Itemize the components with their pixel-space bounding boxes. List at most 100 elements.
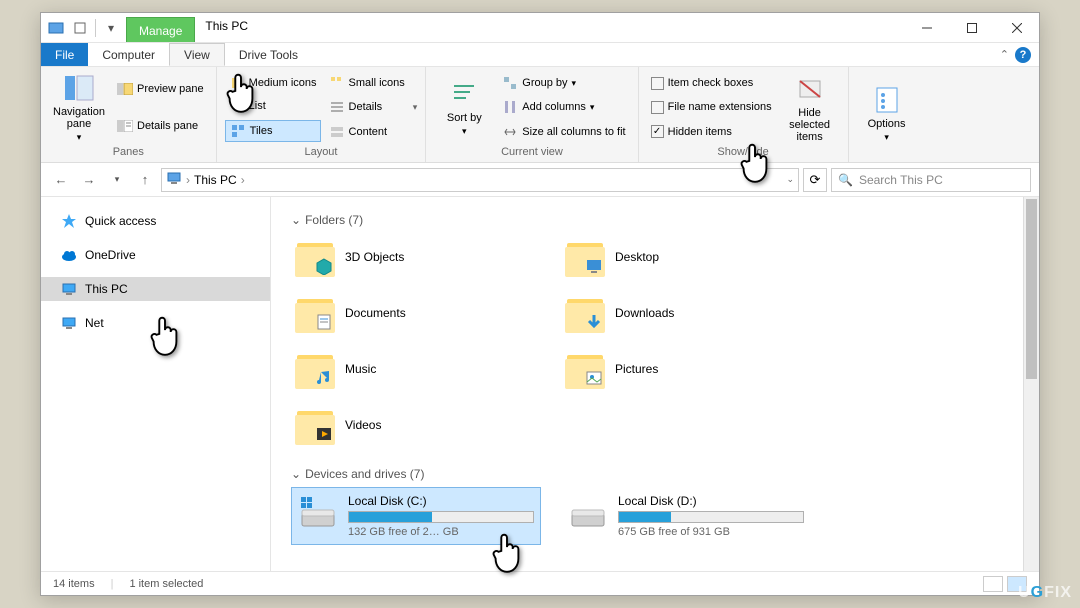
drives-header[interactable]: ⌄Devices and drives (7) — [291, 461, 1019, 487]
item-checkboxes-toggle[interactable]: Item check boxes — [647, 75, 776, 92]
content-icon — [329, 124, 345, 140]
folder-music[interactable]: Music — [291, 345, 521, 393]
search-box[interactable]: 🔍 Search This PC — [831, 168, 1031, 192]
sidebar-item-label: Quick access — [85, 214, 156, 228]
layout-more-icon[interactable]: ▾ — [413, 102, 418, 113]
window-title: This PC — [195, 13, 904, 42]
hide-selected-button[interactable]: Hide selected items — [780, 71, 840, 144]
folder-label: Downloads — [615, 306, 674, 320]
qat-properties-icon[interactable] — [69, 17, 91, 39]
folder-label: 3D Objects — [345, 250, 404, 264]
refresh-button[interactable]: ⟳ — [803, 168, 827, 192]
address-bar[interactable]: › This PC › ⌄ — [161, 168, 799, 192]
file-extensions-toggle[interactable]: File name extensions — [647, 99, 776, 116]
tab-file[interactable]: File — [41, 43, 88, 66]
forward-button[interactable]: → — [77, 168, 101, 192]
folder-label: Documents — [345, 306, 406, 320]
tab-view[interactable]: View — [169, 43, 225, 66]
drive-label: Local Disk (C:) — [348, 494, 534, 508]
search-placeholder: Search This PC — [859, 173, 943, 187]
layout-tiles[interactable]: Tiles — [225, 120, 321, 142]
folder-desktop[interactable]: Desktop — [561, 233, 791, 281]
folder-label: Pictures — [615, 362, 658, 376]
folder-3d-objects[interactable]: 3D Objects — [291, 233, 521, 281]
layout-medium-icons[interactable]: Medium icons — [225, 73, 321, 93]
folder-pictures[interactable]: Pictures — [561, 345, 791, 393]
drive-local-disk-d-[interactable]: Local Disk (D:)675 GB free of 931 GB — [561, 487, 811, 545]
medium-icons-icon — [229, 75, 245, 91]
sidebar-item-this-pc[interactable]: This PC — [41, 277, 270, 301]
separator — [95, 19, 96, 37]
hidden-items-toggle[interactable]: Hidden items — [647, 123, 776, 140]
status-bar: 14 items | 1 item selected — [41, 571, 1039, 595]
folder-icon — [295, 293, 335, 333]
preview-pane-button[interactable]: Preview pane — [113, 79, 208, 99]
layout-details[interactable]: Details — [325, 97, 409, 117]
group-by-button[interactable]: Group by ▾ — [498, 73, 629, 93]
folder-icon — [295, 237, 335, 277]
add-columns-button[interactable]: Add columns ▾ — [498, 97, 629, 117]
contextual-tab-manage[interactable]: Manage — [126, 17, 195, 42]
cloud-icon — [61, 247, 77, 263]
scrollbar[interactable] — [1023, 197, 1039, 571]
ribbon: Navigation pane ▾ Preview pane Details p… — [41, 67, 1039, 163]
folder-documents[interactable]: Documents — [291, 289, 521, 337]
list-icon — [229, 98, 245, 114]
titlebar: ▾ Manage This PC — [41, 13, 1039, 43]
sidebar-item-onedrive[interactable]: OneDrive — [41, 243, 270, 267]
watermark: UGFIX — [1018, 584, 1072, 602]
ribbon-group-current-view: Sort by▾ Group by ▾ Add columns ▾ Size a… — [426, 67, 638, 162]
sort-by-button[interactable]: Sort by▾ — [434, 71, 494, 144]
navigation-bar: ← → ▾ ↑ › This PC › ⌄ ⟳ 🔍 Search This PC — [41, 163, 1039, 197]
navigation-pane-label: Navigation pane — [49, 106, 109, 130]
group-by-icon — [502, 75, 518, 91]
collapse-ribbon-icon[interactable]: ⌃ — [1000, 48, 1009, 61]
drive-free-text: 675 GB free of 931 GB — [618, 526, 804, 538]
pc-icon — [166, 170, 182, 189]
content-pane: ⌄Folders (7) 3D Objects Desktop Documents D… — [271, 197, 1039, 571]
tiles-icon — [230, 123, 246, 139]
ribbon-group-panes: Navigation pane ▾ Preview pane Details p… — [41, 67, 217, 162]
tab-drive-tools[interactable]: Drive Tools — [225, 43, 312, 66]
sidebar-item-label: Net — [85, 316, 104, 330]
folder-downloads[interactable]: Downloads — [561, 289, 791, 337]
layout-list[interactable]: List — [225, 96, 321, 116]
drive-usage-bar — [348, 511, 534, 523]
maximize-button[interactable] — [949, 13, 994, 43]
checkbox-checked-icon — [651, 125, 664, 138]
ribbon-tabs: File Computer View Drive Tools ⌃ ? — [41, 43, 1039, 67]
close-button[interactable] — [994, 13, 1039, 43]
back-button[interactable]: ← — [49, 168, 73, 192]
folder-label: Videos — [345, 418, 381, 432]
sidebar-item-label: OneDrive — [85, 248, 136, 262]
recent-dropdown[interactable]: ▾ — [105, 168, 129, 192]
folders-header[interactable]: ⌄Folders (7) — [291, 207, 1019, 233]
folder-icon — [295, 405, 335, 445]
layout-content[interactable]: Content — [325, 122, 409, 142]
scroll-thumb[interactable] — [1026, 199, 1037, 379]
sidebar-item-quick-access[interactable]: Quick access — [41, 209, 270, 233]
navigation-pane-button[interactable]: Navigation pane ▾ — [49, 71, 109, 144]
help-icon[interactable]: ? — [1015, 47, 1031, 63]
small-icons-icon — [329, 75, 345, 91]
details-pane-icon — [117, 118, 133, 134]
breadcrumb-this-pc[interactable]: This PC — [194, 173, 237, 187]
search-icon: 🔍 — [838, 173, 853, 187]
folder-icon — [295, 349, 335, 389]
folder-icon — [565, 349, 605, 389]
layout-small-icons[interactable]: Small icons — [325, 73, 409, 93]
minimize-button[interactable] — [904, 13, 949, 43]
drive-local-disk-c-[interactable]: Local Disk (C:)132 GB free of 2… GB — [291, 487, 541, 545]
qat-dropdown-icon[interactable]: ▾ — [100, 17, 122, 39]
chevron-down-icon: ⌄ — [291, 213, 301, 227]
details-pane-button[interactable]: Details pane — [113, 116, 208, 136]
size-columns-button[interactable]: Size all columns to fit — [498, 122, 629, 142]
tab-computer[interactable]: Computer — [88, 43, 169, 66]
details-view-button[interactable] — [983, 576, 1003, 592]
address-dropdown-icon[interactable]: ⌄ — [786, 174, 794, 185]
up-button[interactable]: ↑ — [133, 168, 157, 192]
options-button[interactable]: Options▾ — [857, 71, 917, 156]
sidebar-item-net[interactable]: Net — [41, 311, 270, 335]
folder-videos[interactable]: Videos — [291, 401, 521, 449]
sort-by-icon — [448, 78, 480, 110]
